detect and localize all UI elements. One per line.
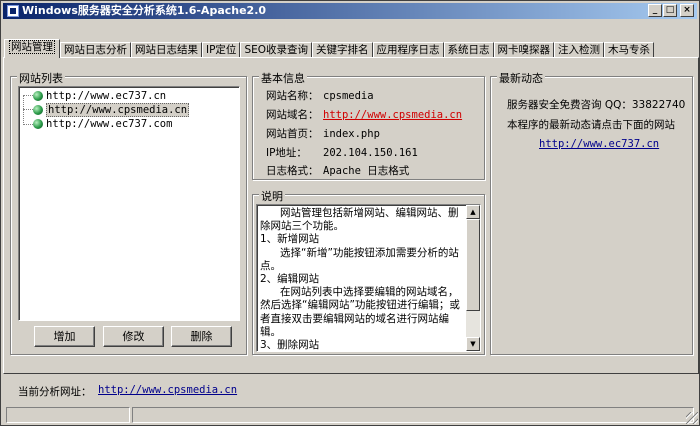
window-title: Windows服务器安全分析系统1.6-Apache2.0	[22, 4, 267, 17]
close-button[interactable]: ×	[680, 4, 694, 17]
basic-info-title: 基本信息	[259, 70, 307, 86]
scroll-down-icon[interactable]: ▼	[466, 337, 480, 351]
log-format-label: 日志格式：	[266, 165, 319, 177]
tab-log-analysis[interactable]: 网站日志分析	[60, 42, 131, 58]
tab-log-results[interactable]: 网站日志结果	[131, 42, 202, 58]
app-window: Windows服务器安全分析系统1.6-Apache2.0 _ □ × 网站管理…	[0, 0, 700, 426]
site-url: http://www.ec737.com	[46, 117, 173, 130]
status-panel	[6, 407, 130, 423]
log-format-value: Apache 日志格式	[323, 165, 410, 177]
tree-connector	[23, 109, 33, 110]
tab-keyword-rank[interactable]: 关键字排名	[312, 42, 373, 58]
tab-trojan-kill[interactable]: 木马专杀	[604, 42, 655, 58]
tab-injection-detect[interactable]: 注入检测	[554, 42, 605, 58]
tree-item-site[interactable]: http://www.cpsmedia.cn	[33, 102, 190, 117]
ip-label: IP地址：	[266, 147, 307, 159]
tab-seo-query[interactable]: SEO收录查询	[240, 42, 313, 58]
current-url-link[interactable]: http://www.cpsmedia.cn	[98, 384, 237, 396]
consult-text: 服务器安全免费咨询 QQ：33822740	[507, 99, 686, 111]
edit-site-button[interactable]: 修改	[103, 326, 164, 347]
app-icon	[7, 5, 19, 17]
site-home-value: index.php	[323, 128, 380, 140]
add-site-button[interactable]: 增加	[34, 326, 95, 347]
globe-icon	[33, 118, 43, 129]
globe-icon	[33, 104, 43, 115]
tab-app-log[interactable]: 应用程序日志	[372, 42, 444, 58]
site-list-title: 网站列表	[17, 70, 65, 86]
site-tree[interactable]: http://www.ec737.cn http://www.cpsmedia.…	[18, 86, 240, 321]
site-url: http://www.cpsmedia.cn	[46, 102, 190, 117]
tree-connector	[23, 95, 33, 125]
globe-icon	[33, 90, 43, 101]
status-panel	[132, 407, 694, 423]
scroll-up-icon[interactable]: ▲	[466, 205, 480, 219]
tab-ip-location[interactable]: IP定位	[202, 42, 241, 58]
maximize-button[interactable]: □	[663, 4, 677, 17]
tree-item-site[interactable]: http://www.ec737.cn	[33, 89, 166, 102]
tab-system-log[interactable]: 系统日志	[443, 42, 494, 58]
description-scrollbar[interactable]: ▲ ▼	[466, 205, 480, 351]
current-url-label: 当前分析网址：	[18, 386, 92, 398]
description-text: 网站管理包括新增网站、编辑网站、删除网站三个功能。 1、新增网站 选择“新增”功…	[260, 207, 460, 352]
minimize-button[interactable]: _	[648, 4, 662, 17]
site-domain-label: 网站域名：	[266, 109, 319, 121]
news-hint-text: 本程序的最新动态请点击下面的网站	[507, 119, 675, 131]
tab-bar: 网站管理 网站日志分析 网站日志结果 IP定位 SEO收录查询 关键字排名 应用…	[4, 39, 655, 58]
tree-connector	[23, 95, 33, 96]
tab-sniffer[interactable]: 网卡嗅探器	[493, 42, 555, 58]
tab-site-management[interactable]: 网站管理	[4, 39, 60, 58]
site-domain-link[interactable]: http://www.cpsmedia.cn	[323, 108, 462, 122]
tree-connector	[23, 124, 33, 125]
news-link[interactable]: http://www.ec737.cn	[539, 138, 659, 150]
delete-site-button[interactable]: 删除	[171, 326, 232, 347]
resize-grip-icon[interactable]	[686, 412, 698, 424]
tree-item-site[interactable]: http://www.ec737.com	[33, 117, 172, 130]
scroll-thumb[interactable]	[466, 219, 480, 311]
description-title: 说明	[259, 188, 285, 204]
site-home-label: 网站首页：	[266, 128, 319, 140]
site-name-label: 网站名称：	[266, 90, 319, 102]
status-bar	[4, 405, 698, 424]
description-textarea[interactable]: 网站管理包括新增网站、编辑网站、删除网站三个功能。 1、新增网站 选择“新增”功…	[256, 204, 481, 352]
title-bar[interactable]: Windows服务器安全分析系统1.6-Apache2.0 _ □ ×	[3, 3, 697, 19]
site-url: http://www.ec737.cn	[46, 89, 167, 102]
site-name-value: cpsmedia	[323, 90, 374, 102]
news-title: 最新动态	[497, 70, 545, 86]
ip-value: 202.104.150.161	[323, 147, 418, 159]
